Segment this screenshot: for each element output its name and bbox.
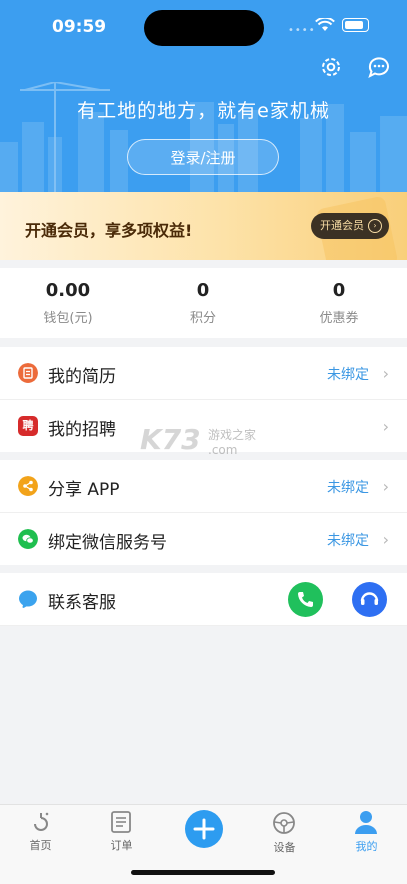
resume-icon [18,363,38,383]
wallet-stat[interactable]: 0.00 钱包(元) [3,280,133,326]
dynamic-island [144,10,264,46]
vip-title: 开通会员，享多项权益! [25,221,193,240]
menu-label-bind-wechat: 绑定微信服务号 [48,533,167,553]
coupons-value: 0 [332,280,346,301]
phone-call-button[interactable] [288,582,323,617]
login-register-button[interactable]: 登录/注册 [127,139,279,175]
menu-group-share: 分享 APP 未绑定 › 绑定微信服务号 未绑定 › [0,460,407,565]
watermark-sub: 游戏之家 [208,428,257,442]
chevron-right-icon: › [382,530,389,549]
home-hook-icon [34,812,49,831]
account-stats: 0.00 钱包(元) 0 积分 0 优惠券 [0,268,407,338]
chevron-right-icon: › [382,477,389,496]
menu-item-share-app[interactable]: 分享 APP 未绑定 › [0,460,407,513]
tab-label-mine: 我的 [355,840,378,853]
chevron-right-circle-icon: › [368,219,382,233]
contact-row: 联系客服 [0,573,407,626]
menu-label-recruit: 我的招聘 [48,420,116,440]
menu-status-resume: 未绑定 [327,367,369,383]
user-icon [355,811,377,834]
points-value: 0 [196,280,210,301]
recruit-icon: 聘 [18,416,38,436]
menu-status-bind-wechat: 未绑定 [327,533,369,549]
coupons-stat[interactable]: 0 优惠券 [274,280,404,326]
points-label: 积分 [189,311,216,326]
chevron-right-icon: › [382,364,389,383]
wallet-value: 0.00 [45,280,91,301]
order-list-icon [111,811,131,833]
menu-item-recruit[interactable]: 聘 我的招聘 › [0,400,407,452]
steering-wheel-icon [273,812,295,834]
chat-cloud-icon [19,590,37,609]
open-vip-label: 开通会员 [320,219,364,232]
watermark-logo: K73 [140,423,201,456]
menu-label-resume: 我的简历 [48,367,116,387]
coupons-label: 优惠券 [319,311,359,326]
wechat-icon [18,529,38,549]
menu-item-contact-support: 联系客服 [0,573,407,626]
watermark-domain: .com [208,443,238,457]
menu-label-contact: 联系客服 [48,593,116,613]
menu-item-resume[interactable]: 我的简历 未绑定 › [0,347,407,400]
status-bar: 09:59 •••• [0,0,407,52]
plus-icon [185,810,223,848]
tab-label-equipment: 设备 [273,841,296,854]
menu-status-share-app: 未绑定 [327,480,369,496]
points-stat[interactable]: 0 积分 [138,280,268,326]
watermark-text: 游戏之家 .com [208,426,256,457]
open-vip-button[interactable]: 开通会员 › [311,213,389,239]
chat-bubble-icon[interactable] [366,54,392,80]
tab-label-home: 首页 [29,839,52,852]
menu-label-share-app: 分享 APP [48,480,120,500]
header-slogan: 有工地的地方，就有e家机械 [77,100,330,122]
wallet-label: 钱包(元) [43,311,93,326]
gear-icon[interactable] [318,54,344,80]
home-indicator [131,870,275,875]
headset-support-button[interactable] [352,582,387,617]
share-icon [18,476,38,496]
chevron-right-icon: › [382,417,389,436]
menu-group-jobs: 我的简历 未绑定 › 聘 我的招聘 › [0,347,407,452]
clock: 09:59 [52,17,107,37]
profile-header: 09:59 •••• 有工地的地方，就有e家机械 登录/注册 [0,0,407,192]
signal-dots-icon: •••• [288,25,316,36]
battery-icon [342,18,369,32]
wifi-icon [315,18,335,31]
tab-label-orders: 订单 [110,839,133,852]
menu-item-bind-wechat[interactable]: 绑定微信服务号 未绑定 › [0,513,407,565]
